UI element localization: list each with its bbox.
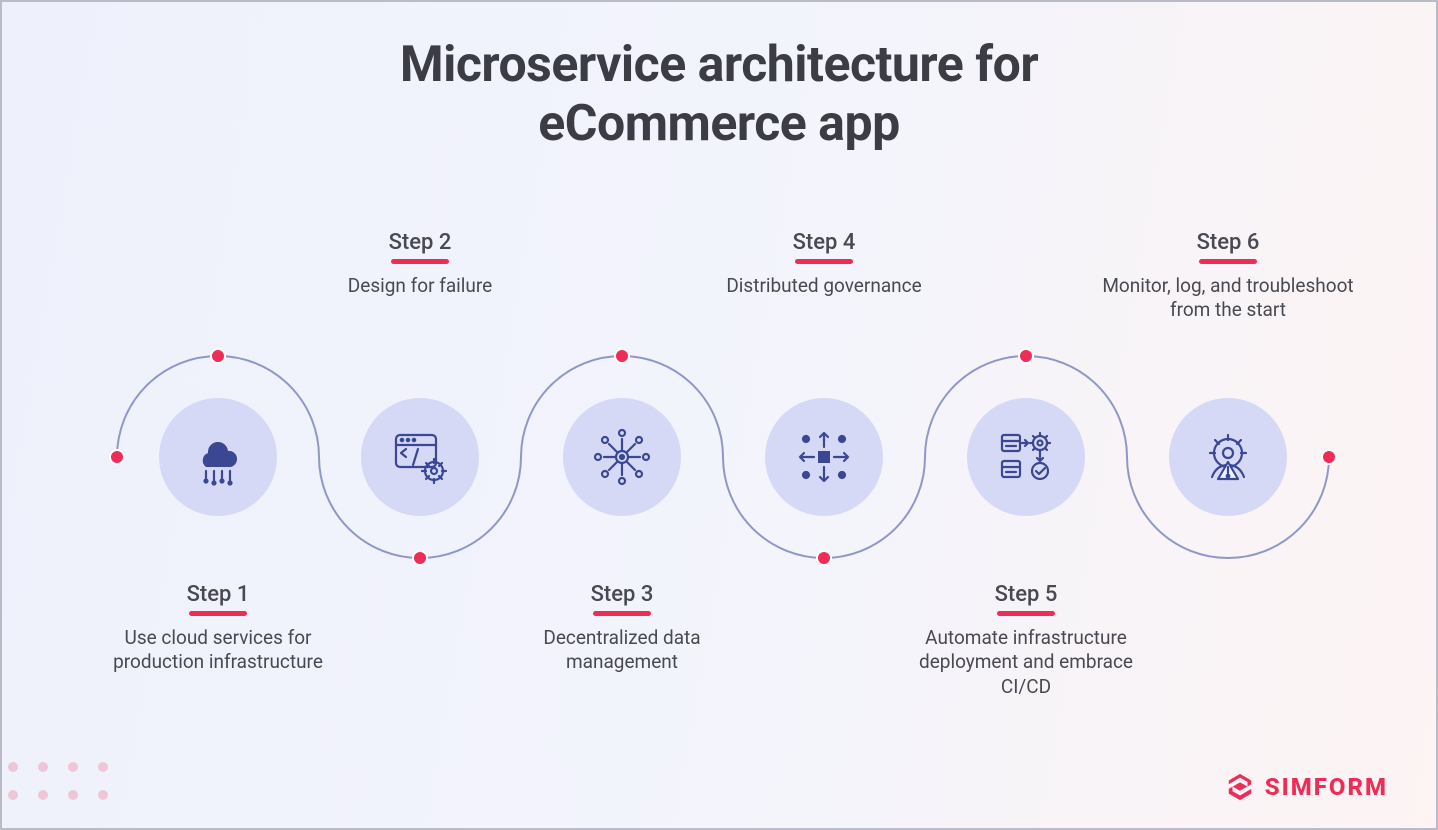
path-dot: [1019, 349, 1033, 363]
step-caption-4: Step 4 Distributed governance: [714, 230, 934, 298]
step-desc: Distributed governance: [714, 274, 934, 298]
step-label: Step 3: [512, 582, 732, 607]
step-desc: Decentralized data management: [512, 626, 732, 675]
path-dot: [211, 349, 225, 363]
accent-rule: [997, 611, 1055, 616]
decorative-dots: [8, 762, 128, 818]
step-label: Step 6: [1098, 230, 1358, 255]
path-dot: [413, 551, 427, 565]
step-label: Step 4: [714, 230, 934, 255]
accent-rule: [1199, 259, 1257, 264]
path-dot: [110, 450, 124, 464]
step-caption-1: Step 1 Use cloud services for production…: [108, 582, 328, 675]
step-caption-6: Step 6 Monitor, log, and troubleshoot fr…: [1098, 230, 1358, 323]
brand-logo: SIMFORM: [1225, 772, 1388, 802]
step-label: Step 5: [901, 582, 1151, 607]
path-dot: [615, 349, 629, 363]
distribute-arrows-icon: [792, 425, 856, 489]
step-node-5: [967, 398, 1085, 516]
step-label: Step 1: [108, 582, 328, 607]
step-desc: Automate infrastructure deployment and e…: [901, 626, 1151, 699]
accent-rule: [795, 259, 853, 264]
pipeline-gear-icon: [994, 425, 1058, 489]
step-desc: Use cloud services for production infras…: [108, 626, 328, 675]
accent-rule: [391, 259, 449, 264]
step-node-2: [361, 398, 479, 516]
code-window-gear-icon: [388, 425, 452, 489]
step-node-1: [159, 398, 277, 516]
step-desc: Monitor, log, and troubleshoot from the …: [1098, 274, 1358, 323]
step-desc: Design for failure: [310, 274, 530, 298]
step-label: Step 2: [310, 230, 530, 255]
step-caption-2: Step 2 Design for failure: [310, 230, 530, 298]
hub-nodes-icon: [590, 425, 654, 489]
step-node-4: [765, 398, 883, 516]
gear-warning-icon: [1196, 425, 1260, 489]
step-node-6: [1169, 398, 1287, 516]
step-caption-5: Step 5 Automate infrastructure deploymen…: [901, 582, 1151, 699]
brand-text: SIMFORM: [1265, 773, 1388, 801]
simform-mark-icon: [1225, 772, 1255, 802]
title-line-1: Microservice architecture foreCommerce a…: [400, 36, 1038, 153]
step-node-3: [563, 398, 681, 516]
path-dot: [817, 551, 831, 565]
accent-rule: [189, 611, 247, 616]
step-caption-3: Step 3 Decentralized data management: [512, 582, 732, 675]
accent-rule: [593, 611, 651, 616]
diagram-frame: Microservice architecture foreCommerce a…: [0, 0, 1438, 830]
diagram-title: Microservice architecture foreCommerce a…: [2, 36, 1436, 154]
path-dot: [1322, 450, 1336, 464]
cloud-rain-icon: [186, 425, 250, 489]
